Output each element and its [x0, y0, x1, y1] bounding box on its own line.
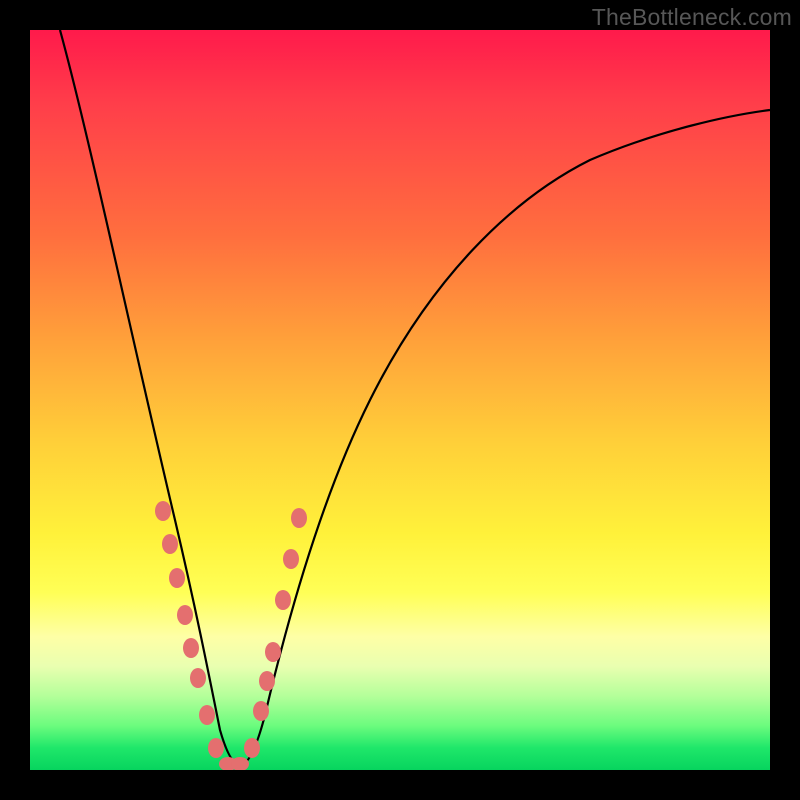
- chart-frame: TheBottleneck.com: [0, 0, 800, 800]
- bottleneck-curve-svg: [30, 30, 770, 770]
- chart-plot-area: [30, 30, 770, 770]
- bottleneck-curve: [60, 30, 770, 765]
- watermark-text: TheBottleneck.com: [592, 4, 792, 31]
